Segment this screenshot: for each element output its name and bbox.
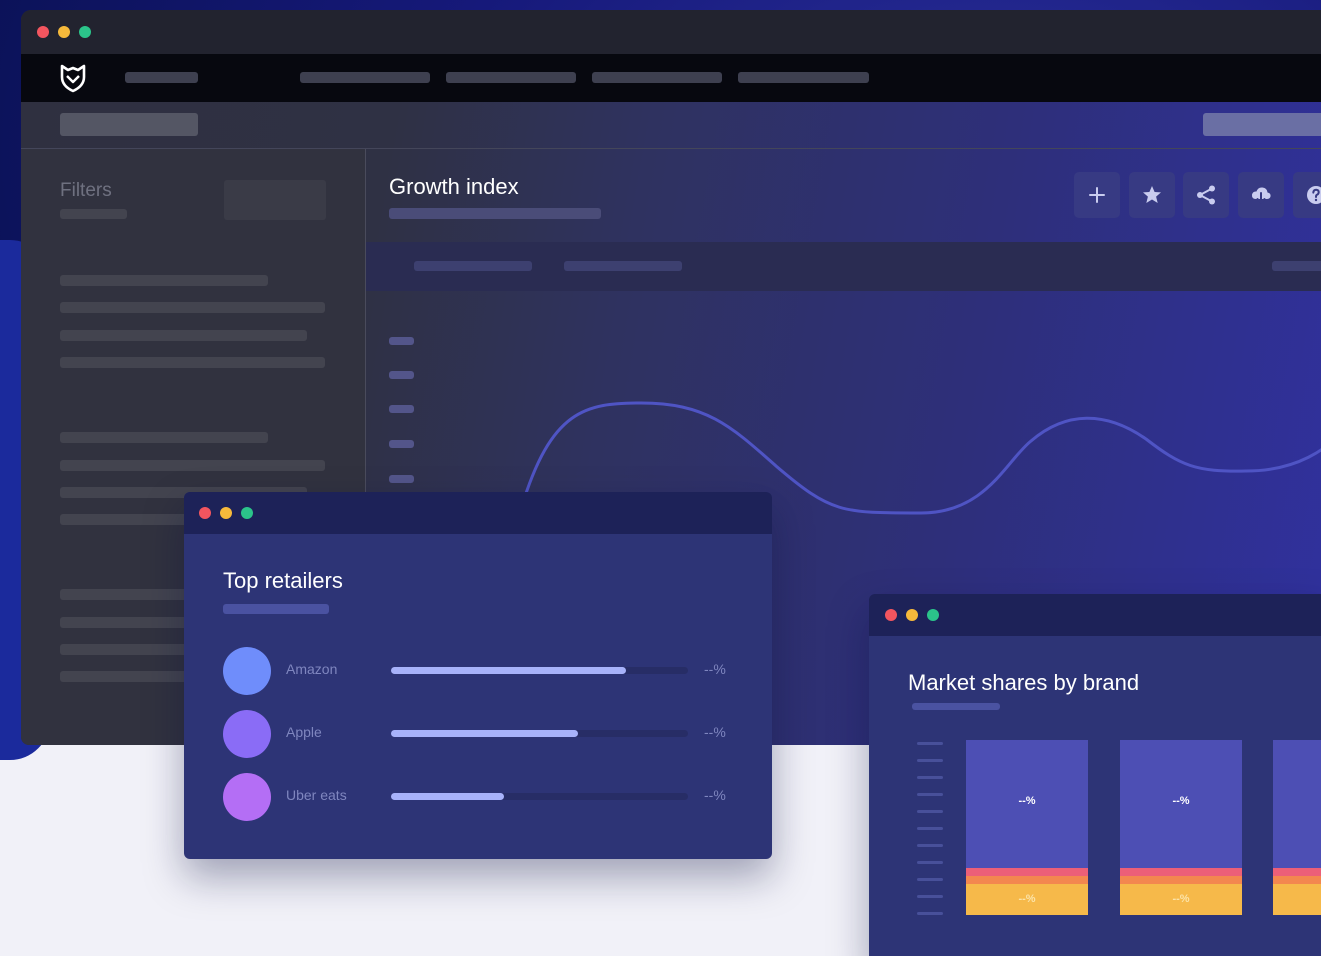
window-titlebar	[21, 10, 1321, 54]
bar-top-label: --%	[1018, 795, 1036, 807]
retailer-name: Uber eats	[286, 787, 347, 803]
top-retailers-window: Top retailers Amazon --% Apple --% Uber …	[184, 492, 772, 859]
retailer-progress-fill	[391, 730, 579, 737]
y-tick-placeholder	[917, 912, 943, 915]
bar-bottom-label: --%	[1172, 893, 1190, 905]
market-shares-window: Market shares by brand --% --% --% --%	[869, 594, 1321, 956]
retailer-progress-track	[391, 667, 688, 674]
retailer-progress-track	[391, 730, 688, 737]
market-shares-title: Market shares by brand	[908, 670, 1140, 695]
y-tick-placeholder	[917, 776, 943, 779]
retailer-name: Apple	[286, 724, 322, 740]
filter-subtitle-placeholder	[60, 209, 127, 219]
close-window-dot[interactable]	[37, 26, 49, 38]
top-navbar	[21, 54, 1321, 102]
bar-bottom-label: --%	[1273, 893, 1321, 905]
bar-bottom-label: --%	[1018, 893, 1036, 905]
y-tick-placeholder	[917, 742, 943, 745]
share-button[interactable]	[1183, 172, 1229, 218]
bar-top-label: --%	[1172, 795, 1190, 807]
bar-segment-orange	[1273, 876, 1321, 884]
maximize-window-dot[interactable]	[927, 609, 939, 621]
filter-option-placeholder[interactable]	[60, 432, 268, 443]
stacked-bar[interactable]: --% --%	[1273, 740, 1321, 915]
minimize-window-dot[interactable]	[906, 609, 918, 621]
y-tick-placeholder	[917, 810, 943, 813]
help-button[interactable]	[1293, 172, 1321, 218]
retailer-avatar	[223, 710, 271, 758]
tab-placeholder[interactable]	[1272, 261, 1321, 271]
retailer-row[interactable]: Amazon --%	[184, 647, 772, 697]
growth-index-title: Growth index	[389, 174, 519, 199]
growth-index-tabs	[366, 242, 1321, 291]
retailer-avatar	[223, 647, 271, 695]
y-tick-placeholder	[917, 895, 943, 898]
y-tick-placeholder	[917, 759, 943, 762]
tab-placeholder[interactable]	[414, 261, 532, 271]
retailer-progress-fill	[391, 667, 626, 674]
favorite-button[interactable]	[1129, 172, 1175, 218]
growth-index-subtitle-placeholder	[389, 208, 601, 219]
nav-item-placeholder[interactable]	[300, 72, 430, 83]
retailer-row[interactable]: Apple --%	[184, 710, 772, 760]
filter-option-placeholder[interactable]	[60, 357, 325, 368]
close-window-dot[interactable]	[885, 609, 897, 621]
retailer-row[interactable]: Uber eats --%	[184, 773, 772, 823]
share-icon	[1197, 185, 1215, 205]
filter-select-placeholder[interactable]	[224, 180, 326, 220]
market-shares-subtitle-placeholder	[912, 703, 1000, 710]
filter-option-placeholder[interactable]	[60, 302, 325, 313]
page-title-placeholder	[60, 113, 198, 136]
star-icon	[1143, 186, 1161, 203]
maximize-window-dot[interactable]	[241, 507, 253, 519]
minimize-window-dot[interactable]	[220, 507, 232, 519]
stacked-bar[interactable]: --% --%	[1120, 740, 1242, 915]
nav-item-placeholder[interactable]	[446, 72, 576, 83]
close-window-dot[interactable]	[199, 507, 211, 519]
action-button-placeholder[interactable]	[1203, 113, 1321, 136]
page-subheader	[21, 102, 1321, 149]
popup-titlebar	[869, 594, 1321, 636]
bar-segment-pink	[1273, 868, 1321, 876]
download-button[interactable]	[1238, 172, 1284, 218]
y-tick-placeholder	[917, 793, 943, 796]
fox-shield-icon[interactable]	[59, 63, 87, 93]
retailer-percent: --%	[704, 724, 726, 740]
y-tick-placeholder	[917, 844, 943, 847]
maximize-window-dot[interactable]	[79, 26, 91, 38]
retailer-percent: --%	[704, 661, 726, 677]
tab-placeholder[interactable]	[564, 261, 682, 271]
y-tick-placeholder	[917, 827, 943, 830]
retailer-percent: --%	[704, 787, 726, 803]
nav-item-placeholder[interactable]	[592, 72, 722, 83]
y-tick-placeholder	[917, 878, 943, 881]
nav-item-placeholder[interactable]	[738, 72, 869, 83]
help-icon	[1307, 186, 1321, 204]
add-button[interactable]	[1074, 172, 1120, 218]
retailer-progress-track	[391, 793, 688, 800]
retailer-name: Amazon	[286, 661, 338, 677]
filters-title: Filters	[60, 180, 112, 201]
filter-option-placeholder[interactable]	[60, 460, 325, 471]
top-retailers-title: Top retailers	[223, 568, 343, 593]
bar-segment-pink	[1120, 868, 1242, 876]
bar-segment-orange	[1120, 876, 1242, 884]
top-retailers-subtitle-placeholder	[223, 604, 329, 614]
filter-option-placeholder[interactable]	[60, 330, 307, 341]
plus-icon	[1089, 187, 1105, 203]
bar-segment-pink	[966, 868, 1088, 876]
retailer-avatar	[223, 773, 271, 821]
stacked-bar[interactable]: --% --%	[966, 740, 1088, 915]
popup-titlebar	[184, 492, 772, 534]
cloud-download-icon	[1251, 187, 1271, 205]
minimize-window-dot[interactable]	[58, 26, 70, 38]
bar-segment-orange	[966, 876, 1088, 884]
filter-option-placeholder[interactable]	[60, 275, 268, 286]
nav-item-placeholder[interactable]	[125, 72, 198, 83]
y-tick-placeholder	[917, 861, 943, 864]
retailer-progress-fill	[391, 793, 504, 800]
bar-top-label: --%	[1273, 795, 1321, 807]
